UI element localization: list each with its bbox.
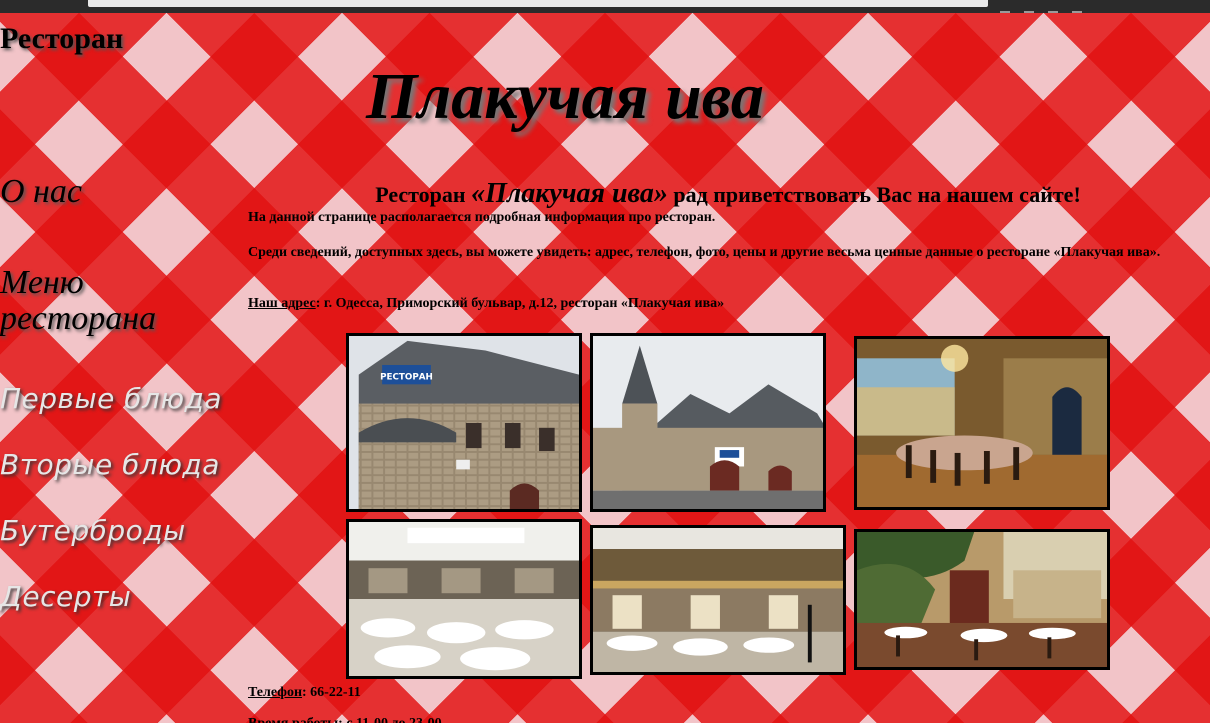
welcome-restaurant-name: «Плакучая ива» [471,178,668,209]
welcome-suffix: рад приветствовать Вас на нашем сайте! [667,182,1081,207]
toolbar-icon[interactable] [1072,5,1082,13]
nav-link-second-courses[interactable]: Вторые блюда [0,448,220,481]
building-castle-photo [590,333,826,512]
interior-garden-photo [854,529,1110,670]
toolbar-icon[interactable] [1000,5,1010,13]
welcome-prefix: Ресторан [375,182,472,207]
interior-hall-photo [854,336,1110,510]
address-line: Наш адрес: г. Одесса, Приморский бульвар… [248,295,1198,312]
browser-toolbar [0,0,1210,13]
address-bar[interactable] [88,0,988,7]
banquet-hall-photo [346,519,582,679]
page-title: Плакучая ива [366,60,764,133]
welcome-heading: Ресторан «Плакучая ива» рад приветствова… [248,178,1208,210]
banquet-hall-balcony-photo [590,525,846,675]
phone-line: Телефон: 66-22-11 [248,684,1198,701]
building-front-photo: РЕСТОРАН [346,333,582,512]
nav-link-menu-line2: ресторана [0,300,157,337]
hours-line: Время работы: с 11-00 до 23-00 [248,715,1198,723]
site-label: Ресторан [0,22,124,55]
toolbar-icon[interactable] [1048,5,1058,13]
nav-link-sandwiches[interactable]: Бутерброды [0,514,186,547]
toolbar-icons [1000,0,1120,13]
restaurant-sign: РЕСТОРАН [380,373,433,383]
address-label: Наш адрес [248,296,316,311]
nav-link-menu-line1: Меню [0,264,84,301]
details-text: Среди сведений, доступных здесь, вы може… [248,245,1161,260]
intro-text: На данной странице располагается подробн… [248,210,716,225]
address-value: : г. Одесса, Приморский бульвар, д.12, р… [315,296,725,311]
phone-label: Телефон [248,685,303,700]
phone-value: : 66-22-11 [302,685,361,700]
nav-link-first-courses[interactable]: Первые блюда [0,382,222,415]
nav-link-about[interactable]: О нас [0,174,82,210]
nav-link-menu[interactable]: Меню ресторана [0,265,156,337]
nav-link-desserts[interactable]: Десерты [0,580,131,613]
toolbar-icon[interactable] [1024,5,1034,13]
